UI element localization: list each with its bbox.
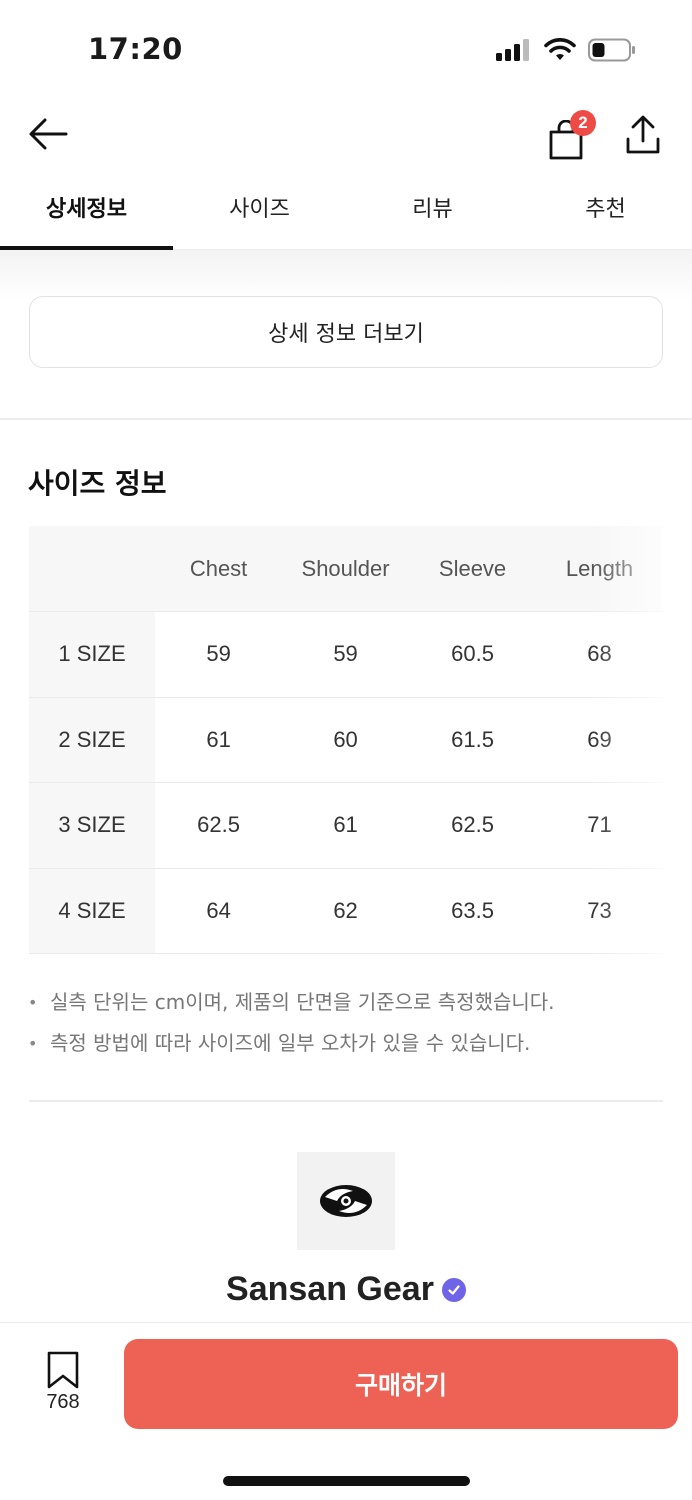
divider [0,418,692,420]
table-cell: 62 [333,897,358,923]
column-header: Length [565,555,634,581]
product-tabs: 상세정보 사이즈 리뷰 추천 [0,180,692,250]
battery-icon [588,38,635,62]
brand-name-row[interactable]: Sansan Gear [0,1270,692,1309]
size-notes: 실측 단위는 cm이며, 제품의 단면을 기준으로 측정했습니다. 측정 방법에… [28,982,668,1064]
brand-swirl-logo-icon [320,1185,372,1217]
table-cell: 61.5 [451,726,494,752]
table-cell: 60 [333,726,358,752]
row-header: 2 SIZE [29,697,156,782]
tab-reviews[interactable]: 리뷰 [346,180,519,249]
table-cell: 68 [587,641,612,667]
back-arrow-icon [29,118,68,150]
size-note: 측정 방법에 따라 사이즈에 일부 오차가 있을 수 있습니다. [28,1023,668,1064]
row-header: 3 SIZE [29,783,156,868]
cart-button[interactable]: 2 [544,110,596,160]
bottom-action-bar: 768 구매하기 [0,1322,692,1500]
column-header: Sleeve [438,555,507,581]
share-button[interactable] [620,110,666,160]
row-header: 1 SIZE [29,612,156,697]
cart-count-badge: 2 [570,110,596,136]
bookmark-icon [47,1351,79,1389]
table-corner-cell [29,526,156,611]
table-row: 2 SIZE 61 60 61.5 69 [29,697,663,783]
tab-recommend[interactable]: 추천 [519,180,692,249]
size-section-title: 사이즈 정보 [28,467,167,500]
bookmark-count: 768 [46,1391,80,1413]
table-cell: 59 [206,641,231,667]
table-cell: 73 [587,897,612,923]
status-bar: 17:20 [0,0,692,100]
bookmark-button[interactable]: 768 [34,1351,92,1421]
brand-name: Sansan Gear [226,1270,434,1308]
table-cell: 69 [587,726,612,752]
buy-button[interactable]: 구매하기 [124,1339,678,1429]
row-header: 4 SIZE [29,868,156,953]
table-cell: 71 [587,812,612,838]
more-details-button[interactable]: 상세 정보 더보기 [29,296,663,368]
table-row: 4 SIZE 64 62 63.5 73 [29,868,663,954]
size-note: 실측 단위는 cm이며, 제품의 단면을 기준으로 측정했습니다. [28,982,668,1023]
wifi-icon [544,38,576,60]
column-header: Shoulder [301,555,390,581]
brand-logo[interactable] [297,1152,395,1250]
status-icons [496,38,636,62]
table-row: 1 SIZE 59 59 60.5 68 [29,612,663,698]
tab-size[interactable]: 사이즈 [173,180,346,249]
back-button[interactable] [26,112,70,156]
table-cell: 59 [333,641,358,667]
table-cell: 60.5 [451,641,494,667]
table-cell: 61 [333,812,358,838]
home-indicator[interactable] [223,1476,470,1486]
table-cell: 61 [206,726,231,752]
divider [29,1100,663,1102]
column-header: Chest [189,555,248,581]
share-upload-icon [626,115,660,154]
table-row: 3 SIZE 62.5 61 62.5 71 [29,783,663,869]
table-cell: 62.5 [197,812,240,838]
verified-badge-icon [441,1277,466,1302]
cellular-signal-icon [496,39,529,61]
status-time: 17:20 [88,32,183,66]
table-header-row: Chest Shoulder Sleeve Length [29,526,663,612]
table-cell: 64 [206,897,231,923]
size-table[interactable]: Chest Shoulder Sleeve Length 1 SIZE 59 5… [29,526,663,954]
section-gradient [0,250,692,300]
table-cell: 63.5 [451,897,494,923]
tab-details[interactable]: 상세정보 [0,180,173,250]
table-cell: 62.5 [451,812,494,838]
top-header: 2 [0,100,692,170]
